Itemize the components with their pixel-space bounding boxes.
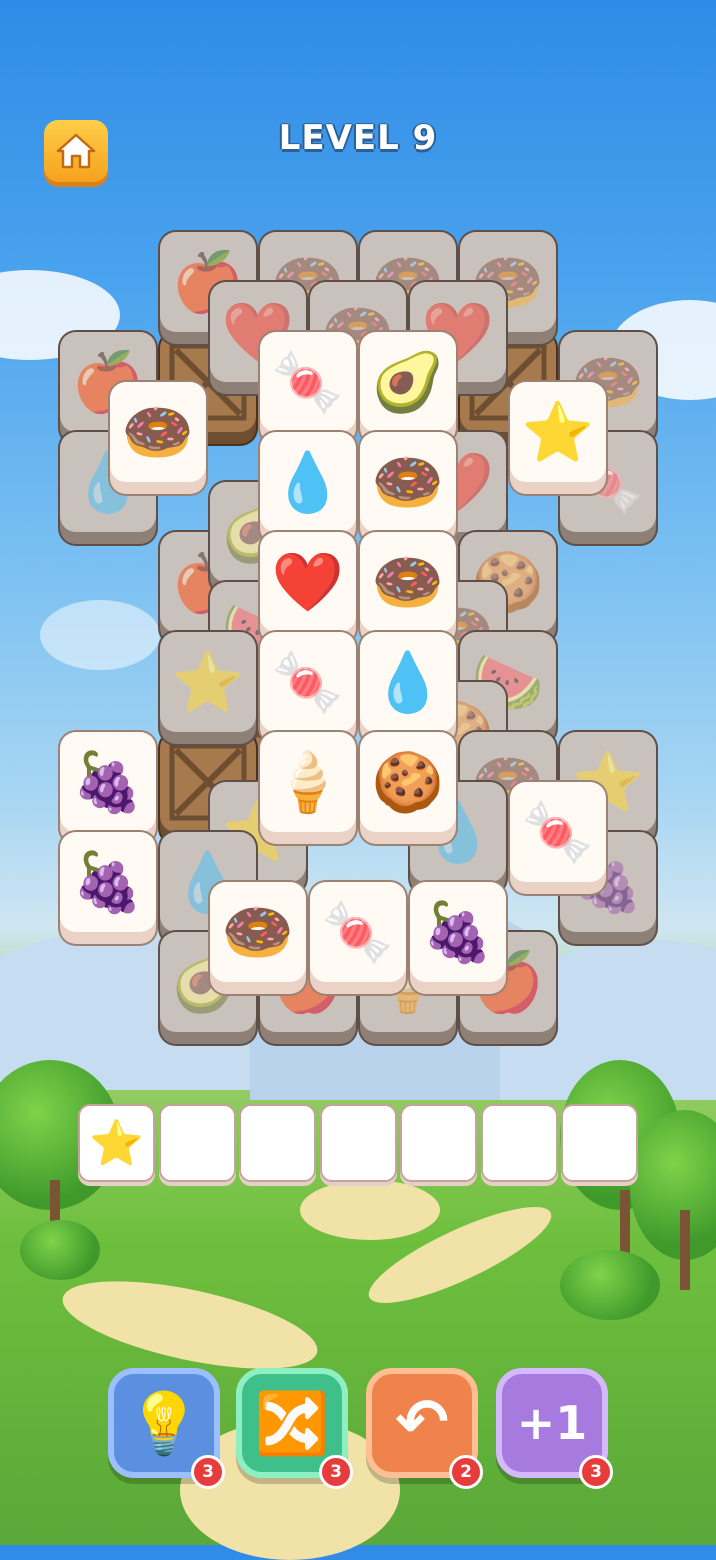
tile-donut[interactable]: 🍩: [360, 532, 456, 632]
water-drop-icon: 💧: [371, 648, 445, 716]
tile-grapes[interactable]: 🍇: [410, 882, 506, 982]
tray-slot: [158, 1104, 236, 1182]
undo-icon: ↶: [395, 1386, 449, 1460]
heart-icon: ❤️: [271, 548, 345, 616]
tile-water-drop[interactable]: 💧: [360, 632, 456, 732]
tray-slot: [480, 1104, 558, 1182]
tile-water-drop[interactable]: 💧: [260, 432, 356, 532]
tray-slot: [400, 1104, 477, 1182]
grapes-icon: 🍇: [421, 898, 495, 966]
undo-count-badge: 2: [449, 1455, 483, 1489]
grapes-icon: 🍇: [71, 848, 145, 916]
tile-donut[interactable]: 🍩: [210, 882, 306, 982]
ice-cream-icon: 🍦: [271, 748, 345, 816]
tile-donut[interactable]: 🍩: [110, 382, 206, 482]
tile-candy[interactable]: 🍬: [510, 782, 606, 882]
level-title: LEVEL 9: [278, 118, 438, 158]
shuffle-icon: 🔀: [254, 1388, 330, 1459]
tile-ice-cream[interactable]: 🍦: [260, 732, 356, 832]
tile-avocado[interactable]: 🥑: [360, 332, 456, 432]
donut-icon: 🍩: [371, 448, 445, 516]
shuffle-count-badge: 3: [319, 1455, 353, 1489]
candy-icon: 🍬: [271, 348, 345, 416]
tray-slot: ⭐: [78, 1104, 155, 1182]
star-icon: ⭐: [89, 1118, 144, 1169]
donut-icon: 🍩: [371, 548, 445, 616]
candy-icon: 🍬: [321, 898, 395, 966]
tray-slot: [239, 1104, 316, 1182]
plus-one-icon: +1: [516, 1396, 588, 1450]
tile-grapes[interactable]: 🍇: [60, 732, 156, 832]
tile-heart[interactable]: ❤️: [260, 532, 356, 632]
tile-grapes[interactable]: 🍇: [60, 832, 156, 932]
cookie-icon: 🍪: [371, 748, 445, 816]
water-drop-icon: 💧: [271, 448, 345, 516]
add-slot-count-badge: 3: [579, 1455, 613, 1489]
tray-slot: [319, 1104, 397, 1182]
candy-icon: 🍬: [521, 798, 595, 866]
donut-icon: 🍩: [221, 898, 295, 966]
tile-cookie[interactable]: 🍪: [360, 732, 456, 832]
tile-tray: ⭐: [78, 1104, 640, 1184]
donut-icon: 🍩: [121, 398, 195, 466]
hint-count-badge: 3: [191, 1455, 225, 1489]
lightbulb-icon: 💡: [126, 1388, 202, 1459]
star-icon: ⭐: [521, 398, 595, 466]
tile-candy[interactable]: 🍬: [310, 882, 406, 982]
tile-candy[interactable]: 🍬: [260, 332, 356, 432]
tray-slot: [561, 1104, 638, 1182]
candy-icon: 🍬: [271, 648, 345, 716]
grapes-icon: 🍇: [71, 748, 145, 816]
tile-candy[interactable]: 🍬: [260, 632, 356, 732]
tile-donut[interactable]: 🍩: [360, 432, 456, 532]
star-icon: ⭐: [171, 648, 245, 716]
avocado-icon: 🥑: [371, 348, 445, 416]
tile-star[interactable]: ⭐: [510, 382, 606, 482]
tile-star: ⭐: [160, 632, 256, 732]
